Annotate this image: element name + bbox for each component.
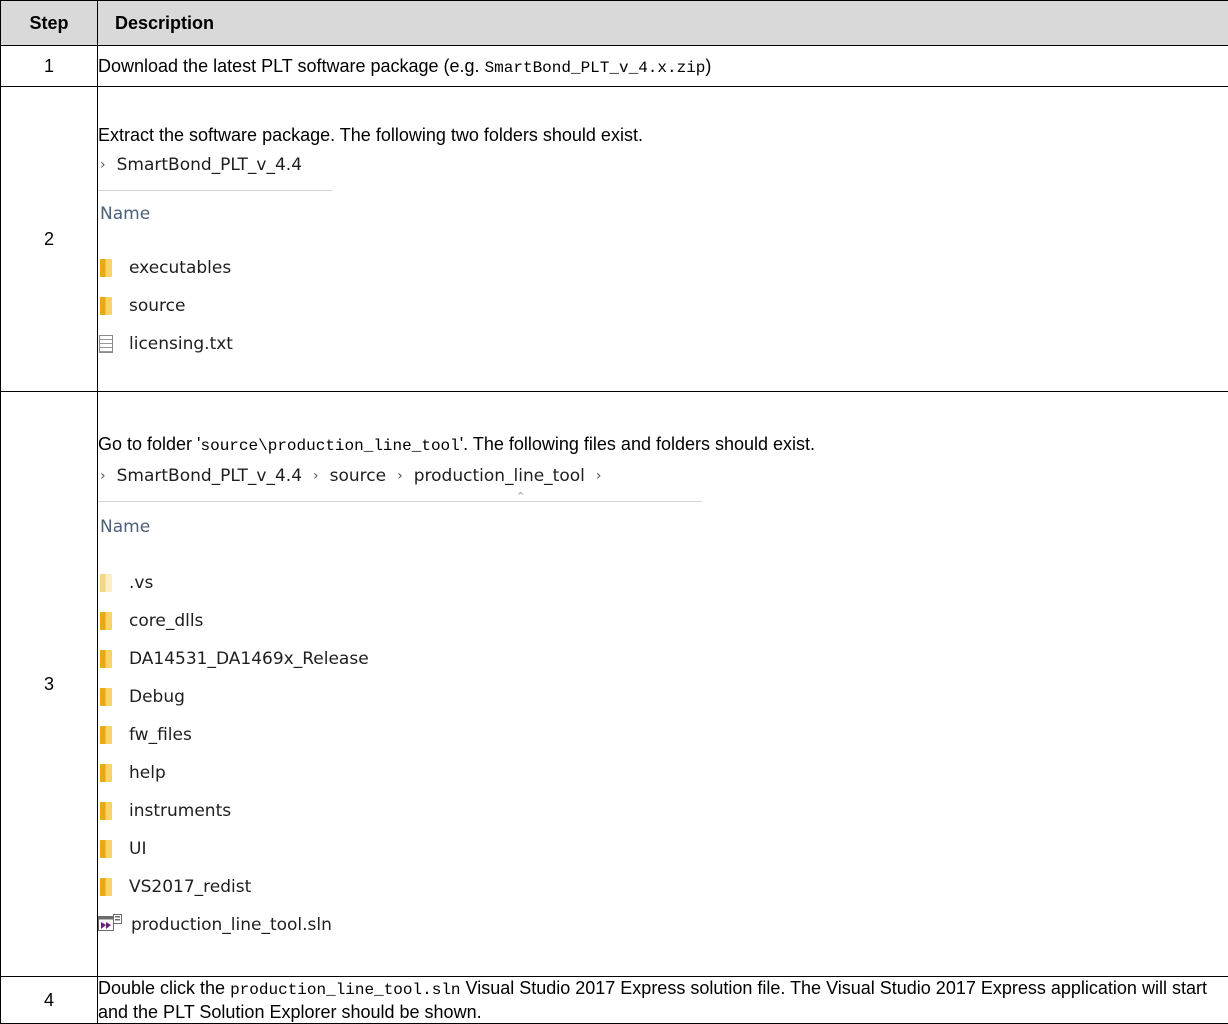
folder-path: source\production_line_tool	[201, 437, 460, 455]
text-file-icon	[99, 335, 113, 353]
solution-filename: production_line_tool.sln	[230, 981, 460, 999]
chevron-right-icon: ›	[100, 468, 106, 484]
item-name: help	[129, 763, 166, 783]
divider: ⌃	[98, 501, 702, 502]
file-list-item: core_dlls	[98, 602, 702, 640]
folder-icon	[100, 650, 112, 668]
explorer-screenshot: › SmartBond_PLT_v_4.4 Name executables s…	[98, 148, 332, 363]
steps-table: Step Description 1 Download the latest P…	[0, 0, 1228, 1024]
file-list-item: executables	[98, 249, 332, 287]
table-row: 3 Go to folder 'source\production_line_t…	[1, 392, 1228, 977]
description-line: Go to folder 'source\production_line_too…	[98, 433, 1228, 457]
file-list-item: Debug	[98, 678, 702, 716]
breadcrumb-item: production_line_tool	[414, 466, 585, 486]
breadcrumb-item: SmartBond_PLT_v_4.4	[117, 466, 302, 486]
breadcrumb: › SmartBond_PLT_v_4.4	[98, 148, 332, 182]
description-text: Double click the	[98, 978, 230, 998]
file-list-item: DA14531_DA1469x_Release	[98, 640, 702, 678]
package-filename: SmartBond_PLT_v_4.x.zip	[485, 59, 706, 77]
description-text: Go to folder '	[98, 434, 201, 454]
item-name: DA14531_DA1469x_Release	[129, 649, 369, 669]
step-description: Double click the production_line_tool.sl…	[98, 977, 1228, 1024]
description-text: '. The following files and folders shoul…	[460, 434, 815, 454]
header-step: Step	[1, 1, 98, 46]
folder-icon	[100, 726, 112, 744]
breadcrumb-item: source	[330, 466, 386, 486]
step-number: 1	[1, 46, 98, 87]
chevron-right-icon: ›	[596, 468, 602, 484]
chevron-right-icon: ›	[397, 468, 403, 484]
item-name: licensing.txt	[129, 334, 233, 354]
divider	[98, 190, 332, 191]
item-name: UI	[129, 839, 146, 859]
step-number: 2	[1, 87, 98, 392]
visual-studio-solution-icon	[98, 914, 122, 936]
file-list-item: .vs	[98, 564, 702, 602]
file-list-item: fw_files	[98, 716, 702, 754]
item-name: core_dlls	[129, 611, 203, 631]
folder-icon	[100, 878, 112, 896]
description-text: Extract the software package. The follow…	[98, 124, 1228, 146]
file-list-item: VS2017_redist	[98, 868, 702, 906]
step-number: 4	[1, 977, 98, 1024]
file-list-item: licensing.txt	[98, 325, 332, 363]
table-header-row: Step Description	[1, 1, 1228, 46]
file-list-item: production_line_tool.sln	[98, 906, 702, 944]
folder-icon	[100, 259, 112, 277]
item-name: executables	[129, 258, 231, 278]
file-list-item: instruments	[98, 792, 702, 830]
item-name: fw_files	[129, 725, 192, 745]
file-list-item: help	[98, 754, 702, 792]
item-name: .vs	[129, 573, 153, 593]
header-description: Description	[98, 1, 1228, 46]
item-name: VS2017_redist	[129, 877, 251, 897]
item-name: production_line_tool.sln	[131, 915, 332, 935]
description-text: )	[705, 56, 711, 76]
folder-icon	[100, 612, 112, 630]
chevron-right-icon: ›	[100, 157, 106, 173]
item-name: source	[129, 296, 185, 316]
folder-icon	[100, 764, 112, 782]
column-header-name: Name	[98, 502, 702, 552]
file-list-item: UI	[98, 830, 702, 868]
table-row: 4 Double click the production_line_tool.…	[1, 977, 1228, 1024]
hidden-folder-icon	[100, 574, 112, 592]
sort-ascending-icon: ⌃	[516, 490, 525, 503]
table-row: 2 Extract the software package. The foll…	[1, 87, 1228, 392]
step-description: Go to folder 'source\production_line_too…	[98, 392, 1228, 977]
breadcrumb-item: SmartBond_PLT_v_4.4	[117, 155, 302, 175]
file-list-item: source	[98, 287, 332, 325]
folder-icon	[100, 297, 112, 315]
folder-icon	[100, 802, 112, 820]
step-description: Extract the software package. The follow…	[98, 87, 1228, 392]
folder-icon	[100, 688, 112, 706]
column-header-name: Name	[98, 191, 332, 237]
step-number: 3	[1, 392, 98, 977]
step-description: Download the latest PLT software package…	[98, 46, 1228, 87]
description-text: Download the latest PLT software package…	[98, 56, 485, 76]
item-name: Debug	[129, 687, 185, 707]
breadcrumb: › SmartBond_PLT_v_4.4 › source › product…	[98, 459, 702, 493]
chevron-right-icon: ›	[313, 468, 319, 484]
table-row: 1 Download the latest PLT software packa…	[1, 46, 1228, 87]
folder-icon	[100, 840, 112, 858]
explorer-screenshot: › SmartBond_PLT_v_4.4 › source › product…	[98, 459, 702, 944]
item-name: instruments	[129, 801, 231, 821]
